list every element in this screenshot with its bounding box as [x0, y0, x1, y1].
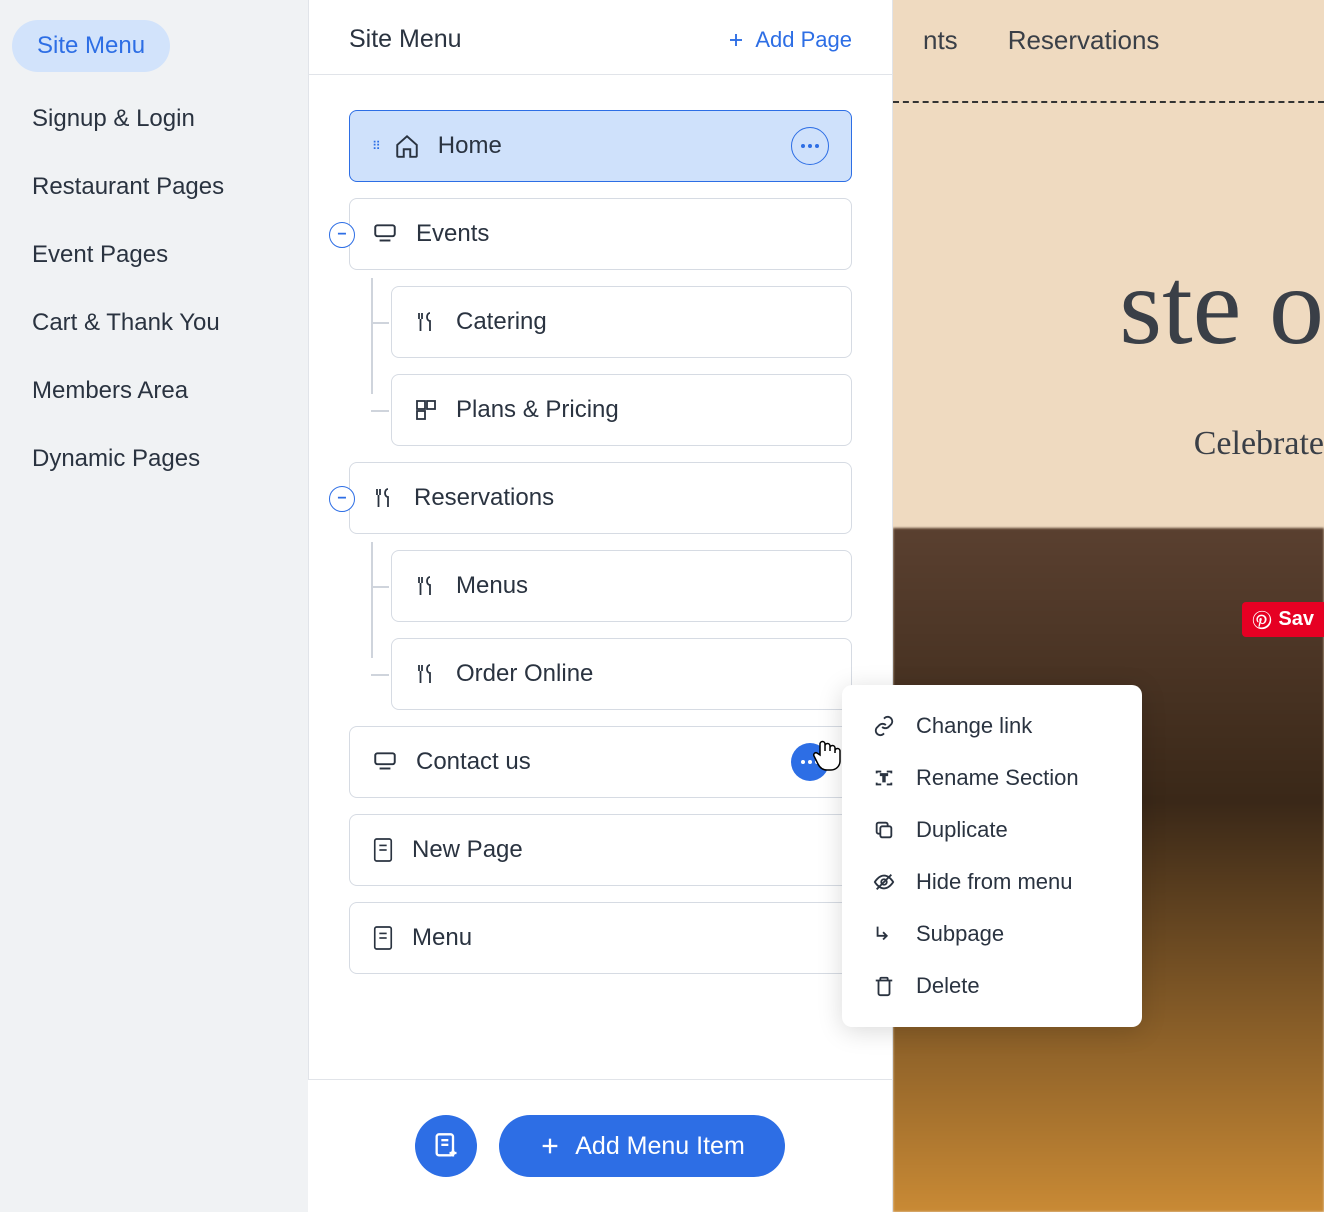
page-item-new-page[interactable]: New Page — [349, 814, 852, 886]
add-page-button[interactable]: Add Page — [727, 27, 852, 53]
sidebar-item-dynamic-pages[interactable]: Dynamic Pages — [12, 430, 296, 488]
page-label: Contact us — [416, 748, 531, 776]
page-item-plans-pricing[interactable]: Plans & Pricing — [391, 374, 852, 446]
page-label: Menus — [456, 572, 528, 600]
page-item-menu[interactable]: Menu — [349, 902, 852, 974]
link-icon — [872, 715, 896, 737]
home-icon — [394, 133, 420, 159]
panel-footer: Add Menu Item — [308, 1079, 892, 1212]
add-menu-item-button[interactable]: Add Menu Item — [499, 1115, 785, 1177]
context-menu-duplicate[interactable]: Duplicate — [842, 804, 1142, 856]
hero-section: ste o Celebrate — [893, 123, 1324, 463]
context-menu-rename[interactable]: T Rename Section — [842, 752, 1142, 804]
hero-title: ste o — [893, 243, 1324, 370]
sidebar-item-restaurant-pages[interactable]: Restaurant Pages — [12, 158, 296, 216]
page-label: New Page — [412, 836, 523, 864]
sidebar-item-signup-login[interactable]: Signup & Login — [12, 90, 296, 148]
page-item-menus[interactable]: Menus — [391, 550, 852, 622]
page-item-contact-us[interactable]: Contact us — [349, 726, 852, 798]
nav-item[interactable]: nts — [923, 25, 958, 56]
menu-item-label: Subpage — [916, 921, 1004, 947]
add-menu-item-label: Add Menu Item — [575, 1132, 745, 1161]
page-item-reservations[interactable]: Reservations — [349, 462, 852, 534]
hero-subtitle: Celebrate — [893, 425, 1324, 463]
menu-item-label: Delete — [916, 973, 980, 999]
section-icon — [372, 749, 398, 775]
section-icon — [372, 221, 398, 247]
nav-item[interactable]: Reservations — [1008, 25, 1160, 56]
dots-icon — [801, 144, 819, 148]
page-item-catering[interactable]: Catering — [391, 286, 852, 358]
plus-icon — [727, 31, 745, 49]
left-sidebar: Site Menu Signup & Login Restaurant Page… — [0, 0, 308, 1212]
page-label: Menu — [412, 924, 472, 952]
context-menu: Change link T Rename Section Duplicate H… — [842, 685, 1142, 1027]
restaurant-icon — [414, 310, 438, 334]
page-icon — [372, 925, 394, 951]
dots-icon — [801, 760, 819, 764]
panel-title: Site Menu — [349, 25, 462, 54]
more-button[interactable] — [791, 127, 829, 165]
restaurant-icon — [414, 662, 438, 686]
context-menu-change-link[interactable]: Change link — [842, 700, 1142, 752]
page-label: Reservations — [414, 484, 554, 512]
page-label: Order Online — [456, 660, 593, 688]
sidebar-item-cart[interactable]: Cart & Thank You — [12, 294, 296, 352]
site-nav: nts Reservations — [893, 0, 1324, 81]
page-label: Plans & Pricing — [456, 396, 619, 424]
site-menu-panel: Site Menu Add Page ⠿ Home − Ev — [308, 0, 893, 1212]
add-from-template-button[interactable] — [415, 1115, 477, 1177]
pinterest-save-badge[interactable]: Sav — [1242, 602, 1324, 637]
sidebar-item-site-menu[interactable]: Site Menu — [12, 20, 170, 72]
add-page-label: Add Page — [755, 27, 852, 53]
more-button[interactable] — [791, 743, 829, 781]
context-menu-delete[interactable]: Delete — [842, 960, 1142, 1012]
duplicate-icon — [872, 819, 896, 841]
collapse-button[interactable]: − — [329, 222, 355, 248]
divider — [893, 101, 1324, 103]
hide-icon — [872, 871, 896, 893]
menu-item-label: Hide from menu — [916, 869, 1073, 895]
page-label: Events — [416, 220, 489, 248]
page-item-order-online[interactable]: Order Online — [391, 638, 852, 710]
svg-text:T: T — [881, 773, 888, 785]
restaurant-icon — [372, 486, 396, 510]
subpage-icon — [872, 923, 896, 945]
restaurant-icon — [414, 574, 438, 598]
panel-header: Site Menu Add Page — [309, 0, 892, 75]
sidebar-item-event-pages[interactable]: Event Pages — [12, 226, 296, 284]
page-item-events[interactable]: Events — [349, 198, 852, 270]
page-icon — [372, 837, 394, 863]
page-item-home[interactable]: ⠿ Home — [349, 110, 852, 182]
page-label: Catering — [456, 308, 547, 336]
menu-item-label: Change link — [916, 713, 1032, 739]
menu-item-label: Duplicate — [916, 817, 1008, 843]
context-menu-subpage[interactable]: Subpage — [842, 908, 1142, 960]
pinterest-icon — [1252, 610, 1272, 630]
collapse-button[interactable]: − — [329, 486, 355, 512]
drag-handle-icon[interactable]: ⠿ — [372, 139, 382, 153]
grid-icon — [414, 398, 438, 422]
rename-icon: T — [872, 767, 896, 789]
context-menu-hide[interactable]: Hide from menu — [842, 856, 1142, 908]
plus-icon — [539, 1115, 561, 1177]
delete-icon — [872, 975, 896, 997]
page-plus-icon — [432, 1132, 460, 1160]
sidebar-item-members-area[interactable]: Members Area — [12, 362, 296, 420]
page-label: Home — [438, 132, 502, 160]
pages-list: ⠿ Home − Events — [309, 75, 892, 974]
save-badge-text: Sav — [1278, 608, 1314, 631]
menu-item-label: Rename Section — [916, 765, 1079, 791]
